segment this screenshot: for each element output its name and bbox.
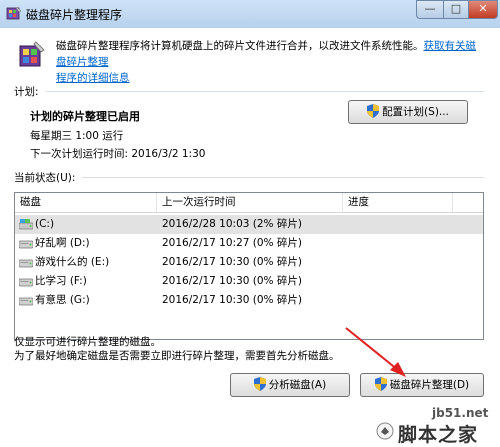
drive-icon xyxy=(19,278,33,287)
window-content: 磁盘碎片整理程序将计算机硬盘上的碎片文件进行合并，以改进文件系统性能。获取有关磁… xyxy=(0,28,500,447)
disk-name: 游戏什么的 (E:) xyxy=(35,256,110,268)
window-title: 磁盘碎片整理程序 xyxy=(26,8,123,22)
analyze-disk-button[interactable]: 分析磁盘(A) xyxy=(230,373,350,397)
disk-last-run: 2016/2/17 10:30 (0% 碎片) xyxy=(162,275,302,287)
learn-more-link-line2: 程序的详细信息 xyxy=(56,72,130,84)
drive-icon xyxy=(19,297,33,306)
schedule-next-run: 下一次计划运行时间: 2016/3/2 1:30 xyxy=(30,148,206,160)
watermark: jb51.net 脚本之家 xyxy=(372,406,500,447)
column-progress[interactable]: 进度 xyxy=(343,193,453,212)
disk-name: 有意思 (G:) xyxy=(35,294,90,306)
column-disk[interactable]: 磁盘 xyxy=(15,193,157,212)
schedule-group-label: 计划: xyxy=(14,86,39,98)
disk-name: 比学习 (F:) xyxy=(35,275,87,287)
disk-row-d[interactable]: 好乱啊 (D:) 2016/2/17 10:27 (0% 碎片) xyxy=(15,234,483,253)
disk-name: 好乱啊 (D:) xyxy=(35,237,90,249)
disk-list-header: 磁盘 上一次运行时间 进度 xyxy=(15,193,483,213)
disk-row-e[interactable]: 游戏什么的 (E:) 2016/2/17 10:30 (0% 碎片) xyxy=(15,253,483,272)
intro-description: 磁盘碎片整理程序将计算机硬盘上的碎片文件进行合并，以改进文件系统性能。获取有关磁… xyxy=(56,38,486,86)
drive-icon xyxy=(19,259,33,268)
maximize-button[interactable]: □ xyxy=(443,0,468,19)
footer-note-line2: 为了最好地确定磁盘是否需要立即进行碎片整理，需要首先分析磁盘。 xyxy=(14,350,340,362)
disk-name: (C:) xyxy=(35,218,55,230)
status-separator xyxy=(82,177,484,178)
minimize-button[interactable]: — xyxy=(416,0,443,19)
schedule-run-time: 每星期三 1:00 运行 xyxy=(30,130,124,142)
title-bar[interactable]: 磁盘碎片整理程序 — □ ✕ xyxy=(0,0,500,29)
disk-row-f[interactable]: 比学习 (F:) 2016/2/17 10:30 (0% 碎片) xyxy=(15,272,483,291)
disk-list[interactable]: 磁盘 上一次运行时间 进度 (C:) 2016/2/28 10:03 (2% 碎… xyxy=(14,192,484,340)
watermark-brand: 脚本之家 xyxy=(398,424,479,446)
footer-note-line1: 仅显示可进行碎片整理的磁盘。 xyxy=(14,336,161,348)
disk-last-run: 2016/2/17 10:27 (0% 碎片) xyxy=(162,237,302,249)
watermark-site: jb51.net xyxy=(432,406,489,420)
disk-last-run: 2016/2/17 10:30 (0% 碎片) xyxy=(162,294,302,306)
disk-row-g[interactable]: 有意思 (G:) 2016/2/17 10:30 (0% 碎片) xyxy=(15,291,483,310)
defrag-app-icon xyxy=(6,6,22,20)
uac-shield-icon xyxy=(367,104,380,118)
uac-shield-icon xyxy=(253,377,266,391)
system-drive-icon xyxy=(19,219,33,230)
annotation-arrow xyxy=(345,327,406,377)
schedule-separator xyxy=(46,91,484,92)
disk-last-run: 2016/2/17 10:30 (0% 碎片) xyxy=(162,256,302,268)
configure-schedule-label: 配置计划(S)... xyxy=(382,106,449,118)
analyze-disk-label: 分析磁盘(A) xyxy=(268,379,327,391)
watermark-logo-icon xyxy=(376,422,394,440)
status-group-label: 当前状态(U): xyxy=(14,172,76,184)
configure-schedule-button[interactable]: 配置计划(S)... xyxy=(348,100,468,124)
schedule-heading: 计划的碎片整理已启用 xyxy=(30,110,140,123)
defrag-icon xyxy=(19,41,45,67)
disk-last-run: 2016/2/28 10:03 (2% 碎片) xyxy=(162,218,302,230)
close-button[interactable]: ✕ xyxy=(468,0,498,19)
intro-text: 磁盘碎片整理程序将计算机硬盘上的碎片文件进行合并，以改进文件系统性能。 xyxy=(56,40,424,52)
drive-icon xyxy=(19,240,33,249)
disk-row-c[interactable]: (C:) 2016/2/28 10:03 (2% 碎片) xyxy=(15,215,483,234)
column-last-run[interactable]: 上一次运行时间 xyxy=(157,193,343,212)
defrag-window: 磁盘碎片整理程序 — □ ✕ 磁盘碎片整理程序将计算机硬盘上的碎片文件进行合并，… xyxy=(0,0,500,447)
